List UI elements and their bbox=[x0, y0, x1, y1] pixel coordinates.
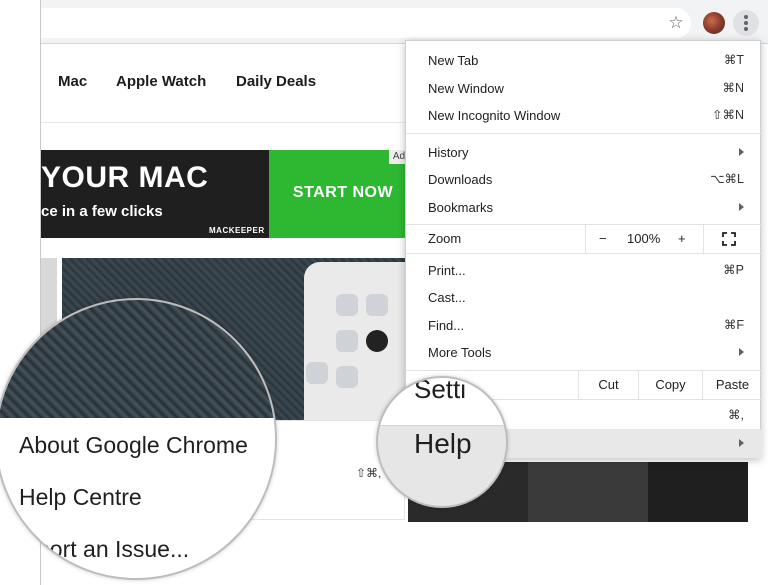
app-icon bbox=[336, 366, 358, 388]
menu-item-cast[interactable]: Cast... bbox=[406, 284, 762, 311]
menu-item-label: Find... bbox=[428, 318, 465, 333]
ad-start-now-button[interactable]: START NOW bbox=[269, 184, 417, 202]
product-image[interactable] bbox=[648, 462, 748, 522]
ad-brand-logo: MACKEEPER bbox=[209, 226, 265, 235]
menu-item-new-tab[interactable]: New Tab ⌘T bbox=[406, 47, 762, 74]
menu-item-more-tools[interactable]: More Tools bbox=[406, 339, 762, 366]
zoom-out-button[interactable]: − bbox=[599, 225, 607, 253]
profile-avatar[interactable] bbox=[703, 12, 725, 34]
menu-zoom-row: Zoom − 100% + bbox=[406, 225, 762, 253]
menu-item-new-window[interactable]: New Window ⌘N bbox=[406, 75, 762, 102]
zoom-level: 100% bbox=[627, 231, 661, 246]
menu-item-print[interactable]: Print... ⌘P bbox=[406, 257, 762, 284]
menu-item-label: Print... bbox=[428, 263, 466, 278]
menu-item-history[interactable]: History bbox=[406, 139, 762, 166]
zoom-label: Zoom bbox=[428, 231, 462, 246]
submenu-item-help-centre[interactable]: Help Centre bbox=[19, 484, 142, 511]
copy-button[interactable]: Copy bbox=[638, 371, 702, 399]
fullscreen-icon[interactable] bbox=[722, 232, 736, 246]
nav-item-mac[interactable]: Mac bbox=[58, 73, 87, 90]
menu-item-shortcut: ⌘T bbox=[723, 53, 744, 67]
menu-item-label: Bookmarks bbox=[428, 200, 494, 215]
menu-item-downloads[interactable]: Downloads ⌥⌘L bbox=[406, 166, 762, 193]
submenu-arrow-icon bbox=[739, 148, 744, 156]
menu-item-bookmarks[interactable]: Bookmarks bbox=[406, 194, 762, 221]
clock-icon bbox=[366, 330, 388, 352]
menu-item-label: New Incognito Window bbox=[428, 108, 561, 123]
app-icon bbox=[336, 294, 358, 316]
magnified-settings-row: Setti bbox=[378, 376, 506, 426]
menu-item-shortcut: ⌥⌘L bbox=[710, 172, 744, 186]
menu-item-shortcut: ⌘P bbox=[723, 263, 744, 277]
menu-separator bbox=[406, 133, 762, 134]
app-icon bbox=[306, 362, 328, 384]
menu-item-new-incognito-window[interactable]: New Incognito Window ⇧⌘N bbox=[406, 102, 762, 129]
magnifier-help-submenu: About Google Chrome Help Centre port an … bbox=[0, 298, 277, 580]
magnified-help-label[interactable]: Help bbox=[414, 428, 472, 460]
cut-button[interactable]: Cut bbox=[578, 371, 638, 399]
submenu-item-about-google-chrome[interactable]: About Google Chrome bbox=[19, 432, 248, 459]
menu-item-shortcut: ⌘F bbox=[723, 318, 744, 332]
menu-item-label: More Tools bbox=[428, 345, 492, 360]
magnifier-help-item: Setti Help bbox=[376, 376, 508, 508]
menu-item-label: Cast... bbox=[428, 290, 466, 305]
menu-item-label: History bbox=[428, 145, 469, 160]
app-icon bbox=[366, 294, 388, 316]
paste-button[interactable]: Paste bbox=[702, 371, 762, 399]
background-texture bbox=[0, 300, 275, 418]
submenu-arrow-icon bbox=[739, 203, 744, 211]
menu-item-shortcut: ⌘, bbox=[728, 408, 744, 422]
submenu-arrow-icon bbox=[739, 348, 744, 356]
nav-divider bbox=[41, 122, 411, 123]
zoom-in-button[interactable]: + bbox=[678, 225, 686, 253]
menu-item-shortcut: ⇧⌘N bbox=[711, 108, 744, 122]
submenu-arrow-icon bbox=[739, 439, 744, 447]
app-icon bbox=[336, 330, 358, 352]
menu-item-label: New Tab bbox=[428, 53, 479, 68]
ad-headline: YOUR MAC bbox=[41, 161, 209, 194]
nav-item-apple-watch[interactable]: Apple Watch bbox=[116, 73, 206, 90]
menu-item-label: New Window bbox=[428, 81, 504, 96]
menu-item-label: Downloads bbox=[428, 172, 493, 187]
magnified-settings-label: Setti bbox=[414, 376, 467, 404]
submenu-item-report-an-issue[interactable]: port an Issue... bbox=[37, 536, 189, 563]
menu-item-find[interactable]: Find... ⌘F bbox=[406, 312, 762, 339]
product-image[interactable] bbox=[528, 462, 648, 522]
menu-separator bbox=[406, 253, 762, 254]
address-bar[interactable] bbox=[41, 8, 691, 38]
nav-item-daily-deals[interactable]: Daily Deals bbox=[236, 73, 316, 90]
article-shortcut: ⇧⌘, bbox=[356, 466, 382, 480]
zoom-controls: − 100% + bbox=[585, 225, 704, 253]
star-icon[interactable]: ☆ bbox=[664, 11, 688, 35]
ad-subline: ce in a few clicks bbox=[41, 203, 163, 220]
menu-item-shortcut: ⌘N bbox=[722, 81, 744, 95]
three-dots-icon[interactable] bbox=[733, 10, 759, 36]
